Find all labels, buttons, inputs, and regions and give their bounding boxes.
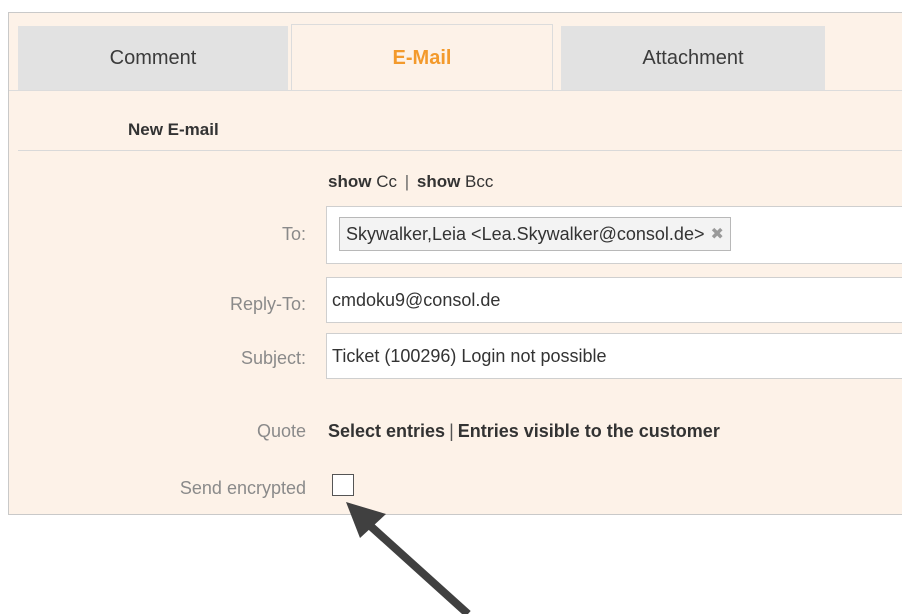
send-encrypted-checkbox[interactable] — [332, 474, 354, 496]
show-bcc-label: Bcc — [465, 172, 494, 191]
close-icon[interactable]: ✖ — [710, 224, 723, 244]
subject-label: Subject: — [240, 348, 306, 368]
subject-value: Ticket (100296) Login not possible — [332, 345, 607, 366]
show-bcc-link[interactable]: show Bcc — [417, 172, 494, 191]
show-cc-label: Cc — [376, 172, 397, 191]
show-cc-keyword: show — [328, 172, 372, 191]
reply-to-value: cmdoku9@consol.de — [332, 289, 501, 310]
send-encrypted-label: Send encrypted — [179, 478, 306, 498]
quote-options: Select entries | Entries visible to the cu… — [328, 421, 720, 442]
to-field[interactable]: Skywalker,Leia <Lea.Skywalker@consol.de>… — [326, 206, 902, 264]
recipient-chip-label: Skywalker,Leia <Lea.Skywalker@consol.de> — [346, 223, 705, 244]
reply-to-field[interactable]: cmdoku9@consol.de — [326, 277, 902, 323]
show-separator: | — [404, 172, 410, 191]
show-cc-bcc-row: show Cc | show Bcc — [328, 172, 493, 192]
quote-separator: | — [449, 421, 454, 441]
subject-field[interactable]: Ticket (100296) Login not possible — [326, 333, 902, 379]
section-divider — [18, 150, 902, 151]
quote-label: Quote — [256, 421, 306, 441]
tab-divider — [9, 90, 902, 91]
entries-visible-link[interactable]: Entries visible to the customer — [458, 421, 720, 441]
tab-comment[interactable]: Comment — [18, 26, 288, 90]
tab-email[interactable]: E-Mail — [291, 24, 553, 91]
arrow-pointer-icon — [346, 502, 471, 614]
reply-to-label: Reply-To: — [229, 294, 306, 314]
section-title: New E-mail — [128, 120, 219, 139]
show-cc-link[interactable]: show Cc — [328, 172, 397, 191]
to-label: To: — [281, 224, 306, 244]
select-entries-link[interactable]: Select entries — [328, 421, 445, 441]
tab-attachment[interactable]: Attachment — [561, 26, 825, 90]
page: Comment E-Mail Attachment New E-mail sho… — [0, 0, 902, 614]
tab-email-label: E-Mail — [392, 46, 452, 69]
recipient-chip[interactable]: Skywalker,Leia <Lea.Skywalker@consol.de>… — [339, 217, 731, 251]
tab-attachment-label: Attachment — [642, 46, 744, 69]
tab-comment-label: Comment — [109, 46, 197, 69]
show-bcc-keyword: show — [416, 172, 461, 191]
